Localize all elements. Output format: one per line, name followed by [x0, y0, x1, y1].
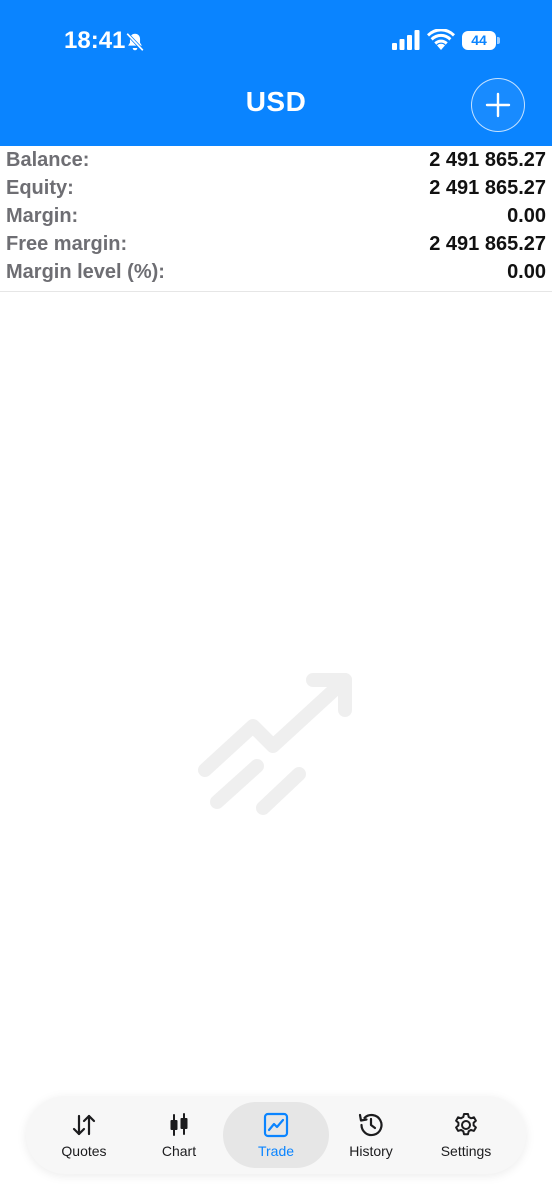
page-title: USD	[245, 86, 307, 117]
tab-settings[interactable]: Settings	[418, 1102, 514, 1168]
summary-divider	[0, 291, 552, 292]
gear-icon	[455, 1113, 477, 1136]
status-time: 18:41	[64, 27, 126, 54]
margin-level-row: Margin level (%): 0.00	[0, 258, 552, 286]
status-bar: 18:41 44	[0, 0, 552, 80]
battery-icon: 44	[462, 31, 500, 50]
free-margin-row: Free margin: 2 491 865.27	[0, 230, 552, 258]
tab-bar: Quotes Chart Trade History Settings	[26, 1096, 526, 1174]
add-order-button[interactable]	[471, 78, 525, 132]
equity-row: Equity: 2 491 865.27	[0, 174, 552, 202]
wifi-icon	[427, 29, 455, 50]
history-clock-icon	[358, 1113, 383, 1137]
equity-label: Equity:	[6, 176, 74, 199]
free-margin-label: Free margin:	[6, 232, 128, 255]
tab-chart-label: Chart	[161, 1143, 197, 1159]
plus-icon	[485, 92, 511, 118]
margin-level-value: 0.00	[507, 260, 546, 283]
trade-chart-icon	[263, 1112, 289, 1138]
tab-quotes-label: Quotes	[61, 1143, 107, 1159]
margin-level-label: Margin level (%):	[6, 260, 165, 283]
tab-trade[interactable]: Trade	[223, 1102, 329, 1168]
balance-row: Balance: 2 491 865.27	[0, 146, 552, 174]
battery-level: 44	[462, 31, 496, 50]
candlestick-icon	[170, 1113, 188, 1136]
balance-value: 2 491 865.27	[429, 148, 546, 171]
tab-history[interactable]: History	[323, 1102, 419, 1168]
quotes-arrows-icon	[72, 1114, 96, 1136]
tab-quotes[interactable]: Quotes	[36, 1102, 132, 1168]
equity-value: 2 491 865.27	[429, 176, 546, 199]
margin-label: Margin:	[6, 204, 79, 227]
account-summary: Balance: 2 491 865.27 Equity: 2 491 865.…	[0, 146, 552, 286]
margin-value: 0.00	[507, 204, 546, 227]
tab-chart[interactable]: Chart	[131, 1102, 227, 1168]
app-header: 18:41 44 USD	[0, 0, 552, 146]
tab-trade-label: Trade	[257, 1143, 295, 1159]
tab-settings-label: Settings	[440, 1143, 492, 1159]
bell-slash-icon	[126, 32, 144, 52]
tab-history-label: History	[349, 1143, 393, 1159]
margin-row: Margin: 0.00	[0, 202, 552, 230]
signal-icon	[392, 30, 420, 50]
free-margin-value: 2 491 865.27	[429, 232, 546, 255]
balance-label: Balance:	[6, 148, 90, 171]
trend-arrow-icon	[198, 673, 352, 815]
